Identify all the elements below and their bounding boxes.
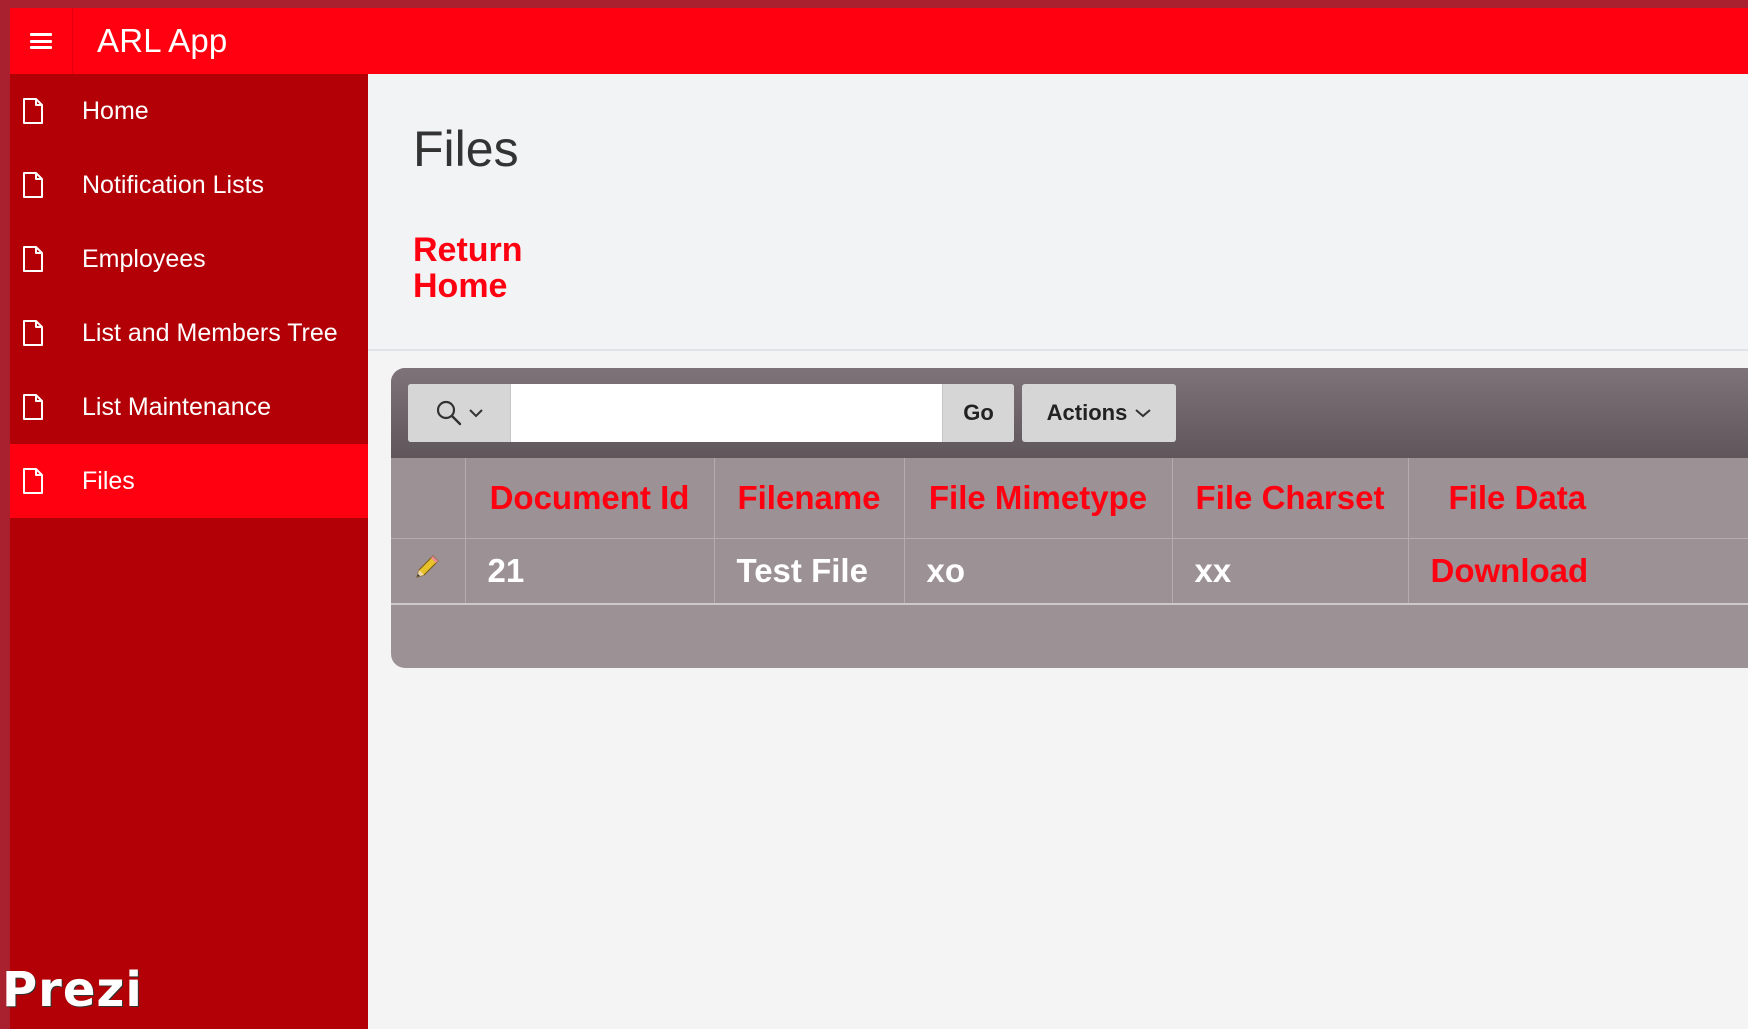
download-link[interactable]: Download: [1431, 552, 1589, 589]
column-header-document-id[interactable]: Document Id: [465, 458, 715, 539]
page-icon: [20, 320, 46, 346]
sidebar-item-label: List and Members Tree: [82, 318, 338, 347]
page-icon: [20, 98, 46, 124]
sidebar-item-list-maintenance[interactable]: List Maintenance: [10, 370, 368, 444]
sidebar-item-home[interactable]: Home: [10, 74, 368, 148]
cell-file-charset: xx: [1172, 538, 1409, 605]
actions-menu-button[interactable]: Actions: [1022, 384, 1176, 442]
files-table: Document Id Filename File Mimetype File …: [391, 458, 1748, 605]
cell-filename: Test File: [714, 538, 905, 605]
return-home-link[interactable]: Return Home: [413, 232, 553, 304]
column-header-edit: [391, 458, 466, 539]
page-icon: [20, 172, 46, 198]
search-column-menu-button[interactable]: [408, 384, 511, 442]
pencil-edit-icon[interactable]: [412, 552, 442, 582]
sidebar: Home Notification Lists Employees List a…: [10, 74, 368, 1029]
go-button[interactable]: Go: [942, 384, 1014, 442]
hamburger-icon: [30, 33, 52, 49]
column-header-file-data[interactable]: File Data: [1408, 458, 1748, 539]
sidebar-item-label: Files: [82, 466, 135, 495]
page-icon: [20, 394, 46, 420]
window-frame-left: [0, 0, 10, 1029]
table-header-row: Document Id Filename File Mimetype File …: [391, 458, 1748, 539]
window-frame-top: [0, 0, 1748, 8]
menu-toggle-button[interactable]: [10, 8, 73, 74]
sidebar-item-files[interactable]: Files: [10, 444, 368, 518]
page-icon: [20, 468, 46, 494]
app-title[interactable]: ARL App: [97, 22, 227, 60]
sidebar-item-employees[interactable]: Employees: [10, 222, 368, 296]
search-input[interactable]: [511, 384, 942, 442]
report-toolbar: Go Actions: [391, 368, 1748, 458]
table-row: 21 Test File xo xx Download: [391, 538, 1748, 605]
column-header-file-charset[interactable]: File Charset: [1172, 458, 1409, 539]
column-header-file-mimetype[interactable]: File Mimetype: [904, 458, 1173, 539]
prezi-watermark: Prezi: [2, 962, 143, 1018]
chevron-down-icon: [1135, 409, 1151, 418]
chevron-down-icon: [469, 409, 483, 418]
app-header: ARL App: [10, 8, 1748, 74]
sidebar-item-notification-lists[interactable]: Notification Lists: [10, 148, 368, 222]
actions-label: Actions: [1046, 400, 1128, 425]
sidebar-item-label: List Maintenance: [82, 392, 272, 421]
page-header: Files Return Home: [368, 74, 1748, 351]
edit-cell[interactable]: [391, 538, 466, 605]
sidebar-item-list-and-members-tree[interactable]: List and Members Tree: [10, 296, 368, 370]
files-report: Go Actions Document Id Filename File Mim…: [391, 368, 1748, 668]
cell-file-mimetype: xo: [904, 538, 1173, 605]
cell-document-id: 21: [465, 538, 715, 605]
page-icon: [20, 246, 46, 272]
cell-file-data: Download: [1408, 538, 1748, 605]
page-title: Files: [413, 121, 519, 177]
main-content: Files Return Home Go Actions Document Id…: [368, 74, 1748, 1029]
sidebar-item-label: Employees: [82, 244, 206, 273]
sidebar-item-label: Notification Lists: [82, 170, 265, 199]
sidebar-item-label: Home: [82, 96, 149, 125]
search-icon: [436, 400, 462, 426]
search-bar: Go: [408, 384, 1014, 442]
column-header-filename[interactable]: Filename: [714, 458, 905, 539]
